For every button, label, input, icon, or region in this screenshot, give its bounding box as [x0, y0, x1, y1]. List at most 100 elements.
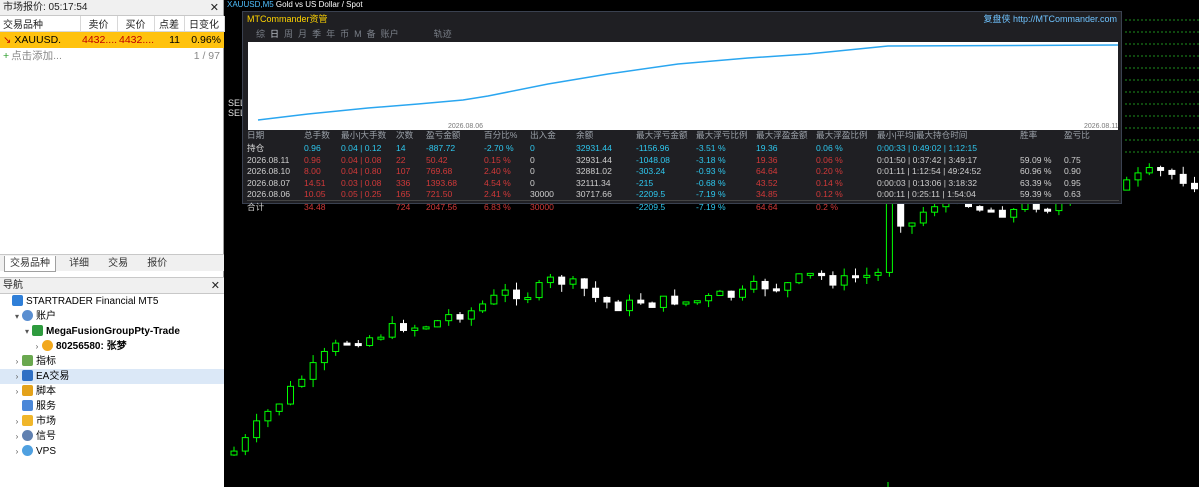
column-header-symbol[interactable]: 交易品种: [0, 16, 81, 32]
candle-body: [614, 301, 622, 312]
signals-icon: [22, 430, 33, 441]
collapse-icon[interactable]: ›: [12, 444, 22, 459]
candle-body: [467, 310, 475, 320]
nav-item-1[interactable]: ▾ 账户: [0, 309, 224, 324]
stats-cell: 0.96: [304, 143, 321, 153]
mtc-tab-2[interactable]: 周: [284, 29, 293, 39]
candle-body: [682, 301, 690, 305]
stats-col-header: 余额: [576, 130, 594, 140]
column-header-ask[interactable]: 买价: [117, 16, 155, 32]
column-header-change[interactable]: 日变化: [184, 16, 225, 32]
market-watch-title: 市场报价: 05:17:54: [3, 2, 88, 13]
nav-item-4[interactable]: › 指标: [0, 354, 224, 369]
nav-item-10[interactable]: › VPS: [0, 444, 224, 459]
mtc-tab-3[interactable]: 月: [298, 29, 307, 39]
candle-body: [264, 410, 272, 422]
mtcommander-site-link[interactable]: 复盘侠 http://MTCommander.com: [983, 12, 1117, 27]
stats-cell: 0.03 | 0.08: [341, 177, 382, 188]
close-icon[interactable]: ✕: [210, 0, 219, 16]
nav-item-9[interactable]: › 信号: [0, 429, 224, 444]
left-panel: 市场报价: 05:17:54 ✕ 交易品种 卖价 买价 点差 日变化 ↘ XAUU…: [0, 0, 225, 487]
plus-icon: +: [3, 50, 10, 62]
nav-item-3[interactable]: › 80256580: 张梦: [0, 339, 224, 354]
stats-cell: 32111.34: [576, 177, 611, 188]
bid-cell: 4432....: [80, 31, 117, 48]
symbol-cell[interactable]: ↘ XAUUSD.: [0, 31, 80, 48]
mtc-tab-5[interactable]: 年: [326, 29, 335, 39]
nav-item-2[interactable]: ▾ MegaFusionGroupPty-Trade: [0, 324, 224, 339]
tab-trading[interactable]: 交易: [102, 255, 134, 271]
column-header-spread[interactable]: 点差: [154, 16, 185, 32]
mtc-tab-4[interactable]: 季: [312, 29, 321, 39]
market-watch-tabs: 交易品种 详细 交易 报价: [0, 254, 224, 272]
nav-item-label: EA交易: [36, 371, 70, 382]
tab-details[interactable]: 详细: [63, 255, 95, 271]
candle-body: [908, 222, 916, 227]
candle-body: [275, 403, 283, 412]
close-icon[interactable]: ✕: [211, 278, 220, 294]
candle-body: [750, 280, 758, 290]
stats-col-header: 总手数: [304, 130, 330, 140]
tab-symbols[interactable]: 交易品种: [4, 256, 56, 272]
stats-cell: 19.36: [756, 154, 778, 165]
broker-icon: [12, 295, 23, 306]
stats-cell: [341, 199, 396, 213]
expand-icon[interactable]: ▾: [22, 324, 32, 339]
collapse-icon[interactable]: ›: [12, 384, 22, 399]
nav-item-7[interactable]: 服务: [0, 399, 224, 414]
mtc-tab-1[interactable]: 日: [270, 29, 279, 39]
navigator-title-bar: 导航 ✕: [0, 278, 224, 294]
stats-col-header: 最小|平均|最大持仓时间: [877, 130, 968, 140]
add-symbol-cell[interactable]: + 点击添加...: [0, 48, 154, 64]
stats-cell: -887.72: [426, 143, 456, 153]
stats-cell: 2.40 %: [484, 166, 511, 177]
expand-icon[interactable]: ▾: [12, 309, 22, 324]
collapse-icon[interactable]: ›: [12, 414, 22, 429]
candle-body: [863, 274, 871, 278]
candle-body: [366, 337, 374, 347]
stats-cell: 34.48: [304, 199, 341, 213]
collapse-icon[interactable]: ›: [12, 369, 22, 384]
stats-cell: -2209.5: [636, 199, 696, 213]
candle-body: [693, 300, 701, 304]
nav-item-5[interactable]: › EA交易: [0, 369, 224, 384]
collapse-icon[interactable]: ›: [12, 354, 22, 369]
candle-body: [874, 271, 882, 276]
stats-col-header: 盈亏比: [1064, 130, 1090, 140]
candle-body: [772, 288, 780, 292]
candle-body: [501, 289, 509, 296]
stats-row: 持仓 0.96 0.04 | 0.12 14 -887.72 -2.70 % 0 32931.…: [247, 142, 1119, 154]
stats-cell: 持仓: [247, 143, 265, 153]
stats-cell: 0.96: [304, 154, 321, 165]
stats-cell: -215: [636, 177, 654, 188]
mtc-tab-7[interactable]: M: [354, 29, 362, 39]
candle-body: [343, 342, 351, 346]
mtc-tab-8[interactable]: 备: [367, 29, 376, 39]
stats-cell: 107: [396, 166, 411, 177]
stats-cell: 0.04 | 0.80: [341, 166, 382, 177]
nav-item-8[interactable]: › 市场: [0, 414, 224, 429]
add-symbol-row[interactable]: + 点击添加... 1 / 97: [0, 48, 224, 64]
collapse-icon[interactable]: ›: [12, 429, 22, 444]
stats-cell: 1393.68: [426, 177, 458, 188]
mtcommander-panel[interactable]: MTCommander资管 复盘侠 http://MTCommander.com…: [242, 11, 1122, 213]
mtc-tab-9[interactable]: 账户: [381, 29, 399, 39]
collapse-icon[interactable]: ›: [32, 339, 42, 354]
nav-item-6[interactable]: › 脚本: [0, 384, 224, 399]
mtc-tab-10[interactable]: 轨迹: [434, 29, 452, 39]
nav-item-0[interactable]: STARTRADER Financial MT5: [0, 294, 224, 309]
candle-body: [580, 278, 588, 289]
mtc-tab-0[interactable]: 综: [256, 29, 265, 39]
stats-cell: 0:00:11 | 0:25:11 | 1:54:04: [877, 189, 976, 199]
column-header-bid[interactable]: 卖价: [80, 16, 118, 32]
mtc-tab-6[interactable]: 币: [340, 29, 349, 39]
candle-body: [309, 362, 317, 380]
stats-row: 2026.08.06 10.05 0.05 | 0.25 165 721.50 2.41 …: [247, 189, 1119, 201]
tab-ticks[interactable]: 报价: [141, 255, 173, 271]
symbol-row-xauusd[interactable]: ↘ XAUUSD. 4432.... 4432.... 11 0.96%: [0, 31, 224, 48]
stats-col-header: 最大浮亏比例: [696, 130, 748, 140]
stats-cell: 50.42: [426, 154, 448, 165]
candle-body: [829, 275, 837, 286]
stats-cell: 60.96 %: [1020, 166, 1052, 177]
stats-cell: 63.39 %: [1020, 177, 1052, 188]
